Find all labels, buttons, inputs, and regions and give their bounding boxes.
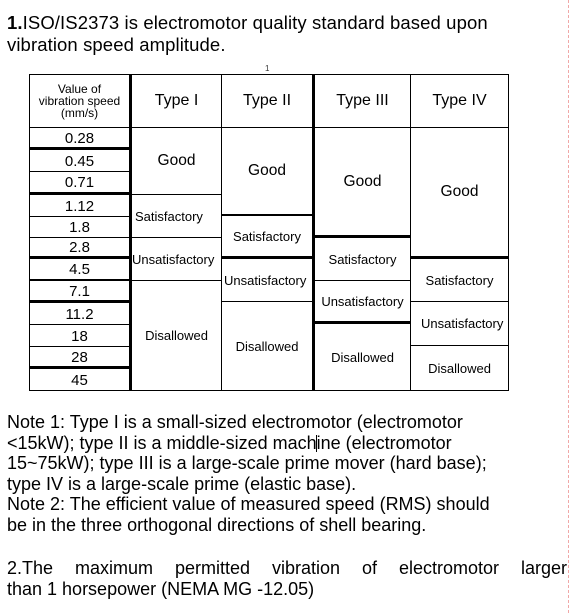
note-1-line: type IV is a large-scale prime (elastic …: [7, 473, 357, 494]
section-2-line: than 1 horsepower (NEMA MG -12.05): [7, 578, 315, 599]
type-1-good: Good: [129, 127, 222, 195]
note-1: Note 1: Type I is a small-sized electrom…: [7, 412, 567, 494]
section-2-heading: 2.The maximum permitted vibration of ele…: [7, 558, 567, 599]
speed-cell: 7.1: [29, 280, 130, 303]
notes: Note 1: Type I is a small-sized electrom…: [7, 412, 567, 536]
speed-cell: 1.12: [29, 194, 130, 217]
note-2-line: be in the three orthogonal directions of…: [7, 514, 427, 535]
header-type-1: Type I: [129, 74, 222, 128]
note-2-line: Note 2: The efficient value of measured …: [7, 494, 490, 515]
type-2-disallowed: Disallowed: [221, 301, 313, 391]
speed-cell: 1.8: [29, 216, 130, 238]
speed-cell: 0.71: [29, 171, 130, 194]
type-3-disallowed: Disallowed: [312, 323, 411, 391]
speed-cell: 45: [29, 368, 130, 391]
header-vibration-speed: Value of vibration speed (mm/s): [29, 74, 130, 128]
section-1-heading: 1.ISO/IS2373 is electromotor quality sta…: [7, 12, 547, 56]
speed-cell: 0.28: [29, 127, 130, 150]
type-4-disallowed: Disallowed: [410, 345, 509, 391]
section-1-text: ISO/IS2373 is electromotor quality stand…: [7, 12, 488, 55]
type-4-good: Good: [410, 127, 509, 259]
section-2-line: 2.The maximum permitted vibration of ele…: [7, 558, 567, 578]
note-1-line: <15kW); type II is a middle-sized mach: [7, 432, 317, 453]
type-4-unsatisfactory: Unsatisfactory: [410, 301, 509, 346]
type-1-unsatisfactory: Unsatisfactory: [129, 237, 222, 281]
speed-cell: 2.8: [29, 237, 130, 259]
header-type-2: Type II: [221, 74, 313, 128]
speed-cell: 0.45: [29, 149, 130, 172]
section-1-number: 1.: [7, 12, 23, 33]
header-type-4: Type IV: [410, 74, 509, 128]
page-margin-guide: [568, 0, 569, 613]
speed-cell: 18: [29, 324, 130, 347]
type-2-satisfactory: Satisfactory: [221, 215, 313, 259]
type-1-disallowed: Disallowed: [129, 280, 222, 391]
header-line: (mm/s): [60, 106, 99, 120]
type-3-unsatisfactory: Unsatisfactory: [312, 280, 411, 324]
note-1-line: ine (electromotor: [316, 432, 452, 453]
note-1-line: Note 1: Type I is a small-sized electrom…: [7, 412, 463, 432]
type-3-good: Good: [312, 127, 411, 238]
page-marker: 1: [265, 64, 270, 73]
type-4-satisfactory: Satisfactory: [410, 258, 509, 302]
speed-cell: 4.5: [29, 258, 130, 281]
note-2: Note 2: The efficient value of measured …: [7, 494, 567, 535]
note-1-line: 15~75kW); type III is a large-scale prim…: [7, 453, 487, 474]
vibration-standard-table: Value of vibration speed (mm/s) Type I T…: [29, 74, 510, 392]
type-2-unsatisfactory: Unsatisfactory: [221, 258, 313, 302]
header-type-3: Type III: [312, 74, 411, 128]
type-3-satisfactory: Satisfactory: [312, 237, 411, 281]
speed-cell: 11.2: [29, 302, 130, 325]
type-2-good: Good: [221, 127, 313, 216]
speed-cell: 28: [29, 346, 130, 369]
type-1-satisfactory: Satisfactory: [129, 194, 222, 238]
